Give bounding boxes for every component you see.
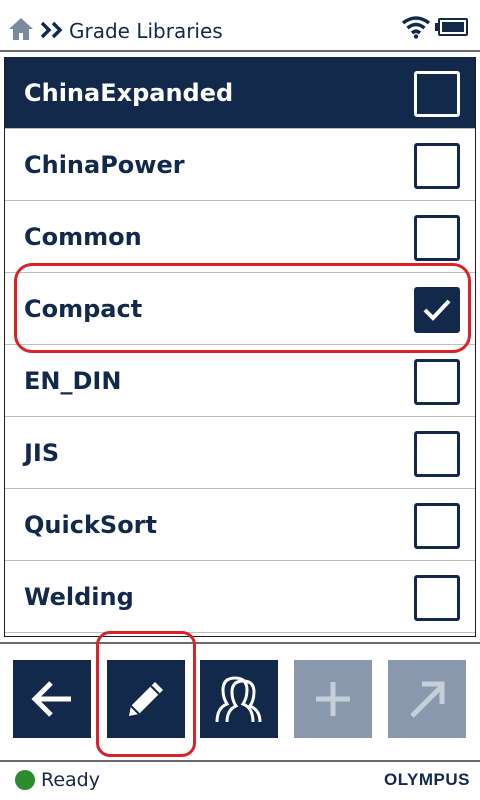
list-item-chinaexpanded[interactable]: ChinaExpanded (5, 57, 475, 129)
user-profile-icon (215, 676, 262, 723)
arrow-left-icon (31, 681, 71, 717)
home-icon[interactable] (8, 17, 34, 41)
list-item-label: ChinaPower (24, 151, 185, 179)
double-chevron-right-icon (40, 21, 63, 39)
pencil-icon (129, 682, 163, 716)
checkmark-icon (423, 299, 451, 321)
list-item-label: ChinaExpanded (24, 79, 234, 107)
list-item-quicksort[interactable]: QuickSort (5, 489, 475, 561)
toolbar-divider (0, 642, 480, 644)
checkbox-quicksort[interactable] (414, 503, 460, 549)
brand-logo: OLYMPUS (383, 770, 470, 789)
checkbox-chinapower[interactable] (414, 143, 460, 189)
header-bar: Grade Libraries (0, 0, 480, 52)
list-item-label: QuickSort (24, 511, 157, 539)
list-item-welding[interactable]: Welding (5, 561, 475, 633)
status-divider (0, 760, 480, 762)
edit-button[interactable] (107, 660, 185, 738)
list-item-jis[interactable]: JIS (5, 417, 475, 489)
checkbox-compact[interactable] (414, 287, 460, 333)
checkbox-welding[interactable] (414, 575, 460, 621)
export-button[interactable] (388, 660, 466, 738)
checkbox-chinaexpanded[interactable] (414, 71, 460, 117)
add-button[interactable] (294, 660, 372, 738)
library-list: ChinaExpanded ChinaPower Common Compact … (4, 57, 476, 637)
wifi-icon (401, 16, 431, 39)
checkbox-jis[interactable] (414, 431, 460, 477)
list-item-label: Common (24, 223, 142, 251)
list-item-label: EN_DIN (24, 367, 122, 395)
plus-icon (316, 682, 350, 716)
list-item-compact[interactable]: Compact (5, 273, 475, 345)
list-item-label: Compact (24, 295, 143, 323)
list-item-label: Welding (24, 583, 134, 611)
list-item-en-din[interactable]: EN_DIN (5, 345, 475, 417)
arrow-up-right-icon (410, 681, 445, 718)
list-item-label: JIS (24, 439, 60, 467)
back-button[interactable] (13, 660, 91, 738)
page-title: Grade Libraries (69, 19, 223, 43)
checkbox-common[interactable] (414, 215, 460, 261)
checkbox-en-din[interactable] (414, 359, 460, 405)
user-profile-button[interactable] (200, 660, 278, 738)
battery-icon (435, 18, 468, 36)
list-item-chinapower[interactable]: ChinaPower (5, 129, 475, 201)
list-item-common[interactable]: Common (5, 201, 475, 273)
status-text: Ready (41, 769, 100, 791)
status-indicator (15, 770, 35, 790)
